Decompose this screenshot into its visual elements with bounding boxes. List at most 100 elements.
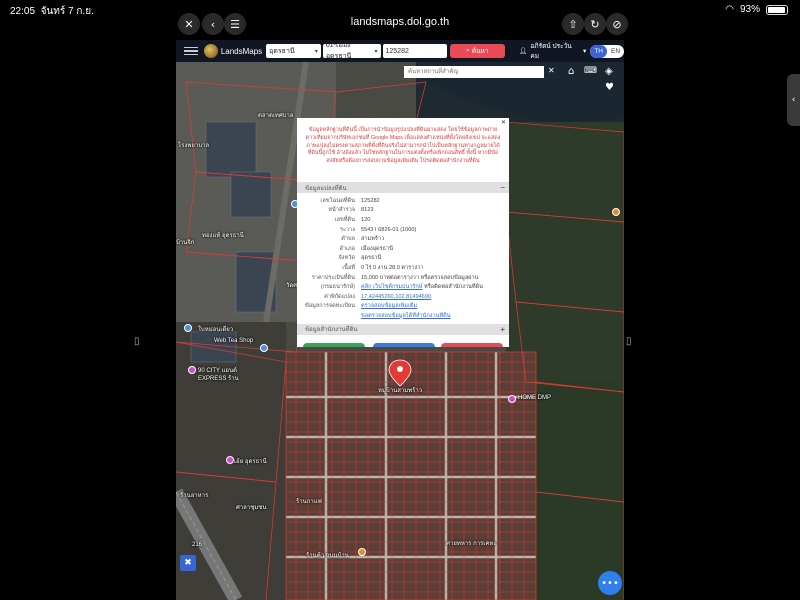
info-label: ตำบล: [341, 236, 355, 243]
expand-icon[interactable]: +: [500, 325, 505, 334]
info-label: (กรมธนารักษ์): [320, 284, 355, 291]
info-row: เลขที่ดิน 120: [297, 215, 509, 225]
parcel-number-input[interactable]: [382, 44, 447, 58]
collapse-icon[interactable]: −: [500, 183, 505, 192]
status-right: ◠ 93%: [725, 4, 788, 15]
poi-marker[interactable]: [260, 344, 268, 352]
lang-en-button[interactable]: EN: [607, 45, 624, 58]
map-label: EXPRESS ร้าน: [198, 376, 239, 382]
info-value[interactable]: 17.42445260,102.81494690: [361, 294, 509, 300]
tablet-screen: 22:05 จันทร์ 7 ก.ย. ◠ 93% ✕ ‹ ☰ landsmap…: [0, 0, 800, 600]
map-label: ใบหม่อนเดี่ยว: [198, 327, 234, 333]
info-row: ราคาประเมินที่ดิน 15,000 บาทต่อตารางวา หร…: [297, 273, 509, 283]
page-icon[interactable]: ▯: [134, 336, 140, 347]
map-label: ทองแท้ อุดรธานี: [202, 233, 244, 239]
page-icon[interactable]: ▯: [626, 336, 632, 347]
parcel-info-popup: ✕ ข้อมูลหลักฐานที่ดินนี้ เป็นการนำข้อมูล…: [297, 118, 509, 347]
province-value: อุดรธานี: [269, 47, 295, 55]
info-row: หน้าสำรวจ 8123: [297, 206, 509, 216]
home-icon[interactable]: ⌂: [568, 66, 574, 77]
map-label: ร้านค้า ถนนบ้าน: [306, 553, 349, 559]
section-title: ข้อมูลแปลงที่ดิน: [305, 185, 347, 192]
chevron-down-icon: ▾: [582, 48, 587, 55]
info-row: อำเภอ เมืองอุดรธานี: [297, 244, 509, 254]
app-brand: LandsMaps: [220, 46, 263, 56]
info-value[interactable]: ตรวจสอบข้อมูลเพิ่มเติม: [361, 302, 509, 310]
info-label: หน้าสำรวจ: [328, 207, 355, 214]
lang-th-button[interactable]: TH: [590, 44, 608, 58]
poi-marker[interactable]: [184, 324, 192, 332]
tools-icon[interactable]: ✖: [180, 555, 196, 571]
search-icon: ⌕: [466, 47, 470, 54]
section-parcel-header[interactable]: ข้อมูลแปลงที่ดิน −: [297, 182, 509, 193]
section-office-header[interactable]: ข้อมูลสำนักงานที่ดิน +: [297, 323, 509, 335]
info-value: 15,000 บาทต่อตารางวา หรือตรวจสอบข้อมูลผ่…: [361, 274, 479, 281]
battery-percent: 93%: [739, 4, 760, 15]
user-name: อภิรัตน์ ประวันคม: [530, 43, 572, 60]
place-search-input[interactable]: [404, 66, 544, 78]
province-select[interactable]: อุดรธานี ▾: [266, 44, 321, 58]
language-toggle[interactable]: TH EN: [590, 44, 624, 58]
user-menu[interactable]: 👤︎ อภิรัตน์ ประวันคม ▾: [519, 41, 586, 61]
tabs-icon[interactable]: ☰: [224, 13, 246, 35]
user-icon: 👤︎: [519, 48, 528, 55]
info-row: ค่าพิกัดแปลง 17.42445260,102.81494690: [297, 292, 509, 302]
layers-icon[interactable]: ◈: [605, 66, 613, 77]
info-value-rest: หรือติดต่อสำนักงานที่ดิน: [422, 284, 483, 291]
info-label: ค่าพิกัดแปลง: [324, 293, 355, 300]
menu-icon[interactable]: [184, 46, 198, 56]
heart-icon[interactable]: ♥: [605, 82, 614, 93]
info-value: เมืองอุดรธานี: [361, 245, 394, 252]
poi-marker[interactable]: [188, 366, 196, 374]
clear-search-icon[interactable]: ✕: [548, 66, 555, 75]
status-time: 22:05: [10, 6, 36, 17]
chevron-down-icon: ▾: [374, 48, 378, 55]
keyboard-icon[interactable]: ⌨: [584, 66, 597, 76]
treasury-link[interactable]: คลิก เว็บไซต์กรมธนารักษ์: [361, 284, 423, 290]
search-button[interactable]: ⌕ ค้นหา: [449, 44, 506, 58]
more-options-button[interactable]: •••: [598, 571, 622, 595]
action-button-red[interactable]: [441, 343, 503, 347]
action-button-green[interactable]: [303, 343, 365, 347]
action-button-blue[interactable]: [373, 343, 435, 347]
close-icon[interactable]: ✕: [178, 13, 200, 35]
info-row: (กรมธนารักษ์) คลิก เว็บไซต์กรมธนารักษ์ หร…: [297, 282, 509, 292]
info-value[interactable]: ขอตรวจสอบข้อมูลได้ที่สำนักงานที่ดิน: [361, 312, 509, 320]
info-label: ระวาง: [339, 226, 355, 233]
battery-level: [768, 6, 785, 13]
poi-marker[interactable]: [226, 456, 234, 464]
side-panel-handle[interactable]: ‹: [787, 74, 800, 126]
map-label: ร้านอาหาร: [180, 493, 209, 499]
district-value: 01-เมืองอุดรธานี: [325, 42, 352, 60]
back-icon[interactable]: ‹: [202, 13, 224, 35]
share-icon[interactable]: ⇧: [562, 13, 584, 35]
map-label: HOME DMP: [518, 395, 551, 401]
battery-icon: [766, 4, 788, 15]
info-value: 5543 I 6826-01 (1000): [361, 226, 417, 233]
search-label: ค้นหา: [471, 48, 489, 55]
district-select[interactable]: 01-เมืองอุดรธานี ▾: [322, 42, 381, 60]
info-row: ตำบล สามพร้าว: [297, 234, 509, 244]
map-label: ตลาดเทศบาล: [258, 113, 294, 119]
poi-marker[interactable]: [358, 548, 366, 556]
map-label: Web Tea Shop: [214, 338, 254, 344]
browser-toolbar: ✕ ‹ ☰ landsmaps.dol.go.th ⇧ ↻ ⊘: [176, 10, 628, 38]
info-row: ข้อมูลการจดทะเบียน ตรวจสอบข้อมูลเพิ่มเติม: [297, 302, 509, 312]
map-label: โรงพยาบาล: [178, 143, 210, 149]
poi-marker[interactable]: [508, 395, 516, 403]
close-icon[interactable]: ✕: [501, 119, 506, 126]
wifi-icon: ◠: [725, 4, 734, 15]
info-value: 8123: [361, 207, 374, 214]
chevron-down-icon: ▾: [314, 48, 318, 55]
reload-icon[interactable]: ↻: [584, 13, 606, 35]
info-value: 120: [361, 216, 371, 223]
map-label: บ้านจิก: [176, 240, 195, 246]
info-label: ราคาประเมินที่ดิน: [311, 274, 355, 281]
poi-marker[interactable]: [612, 208, 620, 216]
app-header: LandsMaps อุดรธานี ▾ 01-เมืองอุดรธานี ▾ ⌕ค…: [176, 40, 624, 62]
map-label: ร้านกาแฟ: [296, 499, 322, 505]
info-value: 0 ไร่ 0 งาน 28.0 ตารางวา: [361, 264, 424, 271]
compass-icon[interactable]: ⊘: [606, 13, 628, 35]
info-row: ระวาง 5543 I 6826-01 (1000): [297, 225, 509, 235]
map-label: หมู่บ้านสามพร้าว: [378, 388, 423, 394]
